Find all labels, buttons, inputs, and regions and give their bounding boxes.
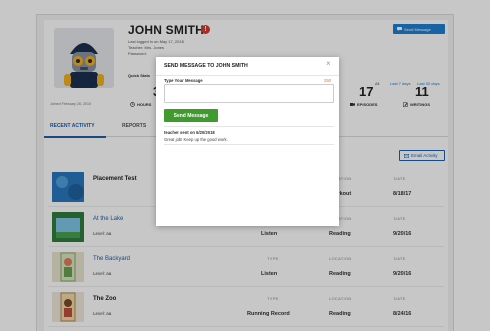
sent-message-meta: teacher sent on 6/20/2018 bbox=[164, 130, 215, 135]
send-message-submit-button[interactable]: Send Message bbox=[164, 109, 218, 122]
close-icon[interactable]: × bbox=[326, 59, 331, 68]
message-input[interactable] bbox=[164, 84, 334, 103]
send-message-modal: SEND MESSAGE TO JOHN SMITH × Type Your M… bbox=[156, 57, 339, 226]
sent-message-body: Great job! Keep up the good work. bbox=[164, 137, 228, 142]
message-history-end bbox=[164, 144, 334, 145]
character-counter: 250 bbox=[324, 78, 331, 83]
modal-title: SEND MESSAGE TO JOHN SMITH bbox=[164, 63, 248, 69]
message-history-divider bbox=[164, 126, 334, 127]
message-label: Type Your Message bbox=[164, 78, 203, 83]
modal-divider bbox=[156, 75, 339, 76]
